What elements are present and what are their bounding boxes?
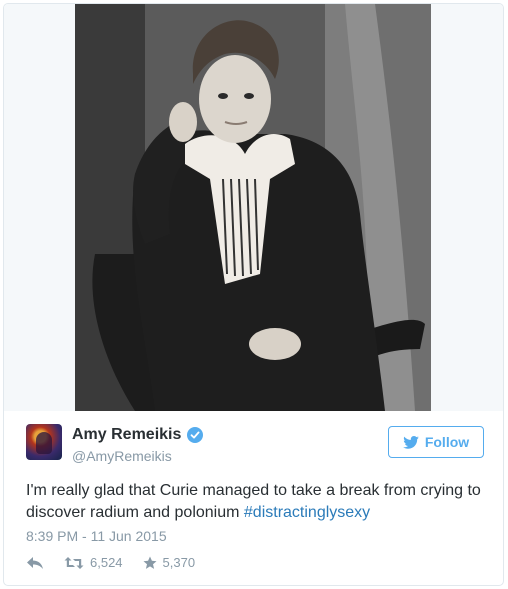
follow-label: Follow xyxy=(424,434,470,450)
photo-illustration xyxy=(75,4,431,411)
reply-icon xyxy=(27,556,43,569)
tweet-photo[interactable] xyxy=(75,4,431,411)
tweet-media[interactable] xyxy=(4,4,503,411)
star-icon xyxy=(143,556,157,569)
retweet-icon xyxy=(64,556,84,569)
tweet-text: I'm really glad that Curie managed to ta… xyxy=(26,480,496,524)
like-count: 5,370 xyxy=(162,555,196,570)
tweet-actions: 6,524 5,370 xyxy=(26,555,215,570)
hashtag-link[interactable]: #distractinglysexy xyxy=(244,504,370,521)
retweet-button[interactable]: 6,524 xyxy=(64,555,123,570)
verified-icon xyxy=(187,427,204,443)
follow-button[interactable]: Follow xyxy=(388,426,484,458)
name-row: Amy Remeikis xyxy=(72,426,204,444)
tweet-timestamp[interactable]: 8:39 PM - 11 Jun 2015 xyxy=(26,528,167,544)
twitter-bird-icon xyxy=(403,435,419,449)
avatar[interactable] xyxy=(26,424,62,460)
like-button[interactable]: 5,370 xyxy=(143,555,196,570)
tweet-card: Amy Remeikis @AmyRemeikis Follow I'm rea… xyxy=(3,3,504,586)
author-name[interactable]: Amy Remeikis xyxy=(72,426,181,444)
tweet-header: Amy Remeikis @AmyRemeikis Follow xyxy=(26,424,486,468)
author-handle[interactable]: @AmyRemeikis xyxy=(72,448,172,464)
retweet-count: 6,524 xyxy=(90,555,123,570)
reply-button[interactable] xyxy=(26,556,44,570)
